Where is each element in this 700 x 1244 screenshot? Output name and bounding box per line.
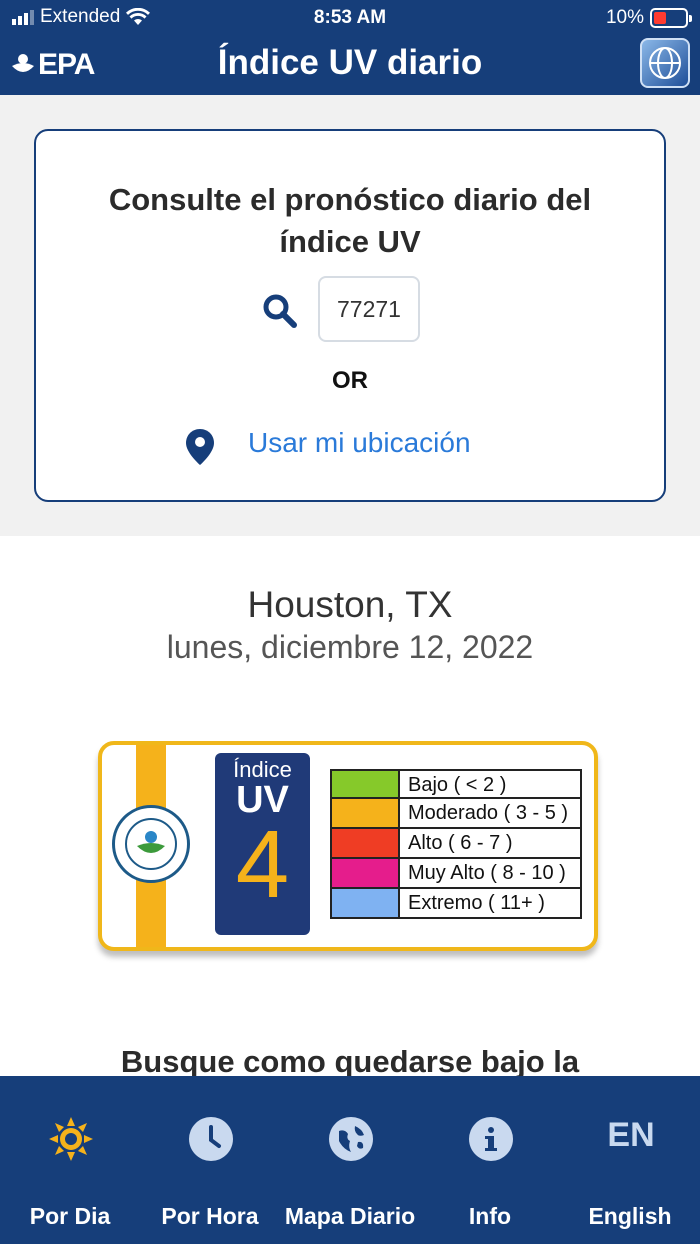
battery-icon: [650, 8, 692, 28]
tab-label-english: English: [588, 1203, 672, 1229]
tab-label-info: Info: [468, 1203, 512, 1229]
uv-scale-legend: Bajo ( < 2 ) Moderado ( 3 - 5 ) Alto ( 6…: [330, 769, 582, 919]
tab-label-mapa-diario: Mapa Diario: [284, 1203, 416, 1229]
app-title: Índice UV diario: [217, 43, 483, 82]
scale-swatch-alto: [332, 829, 400, 857]
sun-icon: [49, 1117, 93, 1161]
scale-row-extremo: Extremo ( 11+ ): [330, 889, 582, 919]
uv-index-box: Índice UV 4: [215, 753, 310, 935]
tab-english[interactable]: EN English: [560, 1076, 700, 1244]
tab-mapa-diario[interactable]: Mapa Diario: [280, 1076, 420, 1244]
scale-label-muy-alto: Muy Alto ( 8 - 10 ): [408, 862, 566, 884]
clock-time: 8:53 AM: [313, 7, 387, 28]
search-icon[interactable]: [262, 293, 298, 329]
location-pin-icon[interactable]: [186, 429, 214, 465]
use-my-location-link[interactable]: Usar mi ubicación: [248, 427, 471, 459]
scale-label-bajo: Bajo ( < 2 ): [408, 774, 507, 796]
epa-seal-icon: [112, 805, 190, 883]
forecast-date: lunes, diciembre 12, 2022: [166, 629, 534, 665]
scale-row-moderado: Moderado ( 3 - 5 ): [330, 799, 582, 829]
scale-label-alto: Alto ( 6 - 7 ): [408, 832, 513, 854]
or-divider: OR: [332, 367, 368, 394]
city-name: Houston, TX: [247, 584, 453, 625]
info-icon: [469, 1117, 513, 1161]
globe-icon: [649, 47, 681, 79]
globe-menu-button[interactable]: [640, 38, 690, 88]
scale-row-muy-alto: Muy Alto ( 8 - 10 ): [330, 859, 582, 889]
scale-swatch-bajo: [332, 771, 400, 797]
scale-label-moderado: Moderado ( 3 - 5 ): [408, 802, 569, 824]
scale-row-alto: Alto ( 6 - 7 ): [330, 829, 582, 859]
scale-swatch-moderado: [332, 799, 400, 827]
bottom-tab-bar: Por Dia Por Hora Mapa Diario Info EN Eng…: [0, 1076, 700, 1244]
clock-icon: [189, 1117, 233, 1161]
search-card-title: Consulte el pronóstico diario del índice…: [108, 182, 592, 259]
english-language-icon: EN: [607, 1115, 655, 1154]
globe-icon: [329, 1117, 373, 1161]
status-bar: Extended 8:53 AM 10%: [0, 0, 700, 34]
tab-label-por-dia: Por Dia: [29, 1203, 111, 1229]
tab-por-dia[interactable]: Por Dia: [0, 1076, 140, 1244]
tab-info[interactable]: Info: [420, 1076, 560, 1244]
scale-swatch-extremo: [332, 889, 400, 917]
uv-index-value: 4: [235, 811, 290, 918]
sun-safety-teaser: Busque como quedarse bajo la: [120, 1044, 580, 1079]
search-card: Consulte el pronóstico diario del índice…: [34, 129, 666, 502]
zip-code-input[interactable]: [318, 276, 420, 342]
tab-por-hora[interactable]: Por Hora: [140, 1076, 280, 1244]
battery-percent: 10%: [605, 7, 644, 28]
scale-swatch-muy-alto: [332, 859, 400, 887]
scale-label-extremo: Extremo ( 11+ ): [408, 892, 545, 914]
scale-row-bajo: Bajo ( < 2 ): [330, 769, 582, 799]
forecast-section: Houston, TX lunes, diciembre 12, 2022 Ín…: [0, 536, 700, 1079]
uv-index-badge: Índice UV 4 Bajo ( < 2 ) Moderado ( 3 - …: [98, 741, 598, 951]
tab-label-por-hora: Por Hora: [161, 1203, 259, 1229]
battery-group: 10%: [605, 7, 692, 29]
app-header: EPA Índice UV diario: [0, 34, 700, 95]
